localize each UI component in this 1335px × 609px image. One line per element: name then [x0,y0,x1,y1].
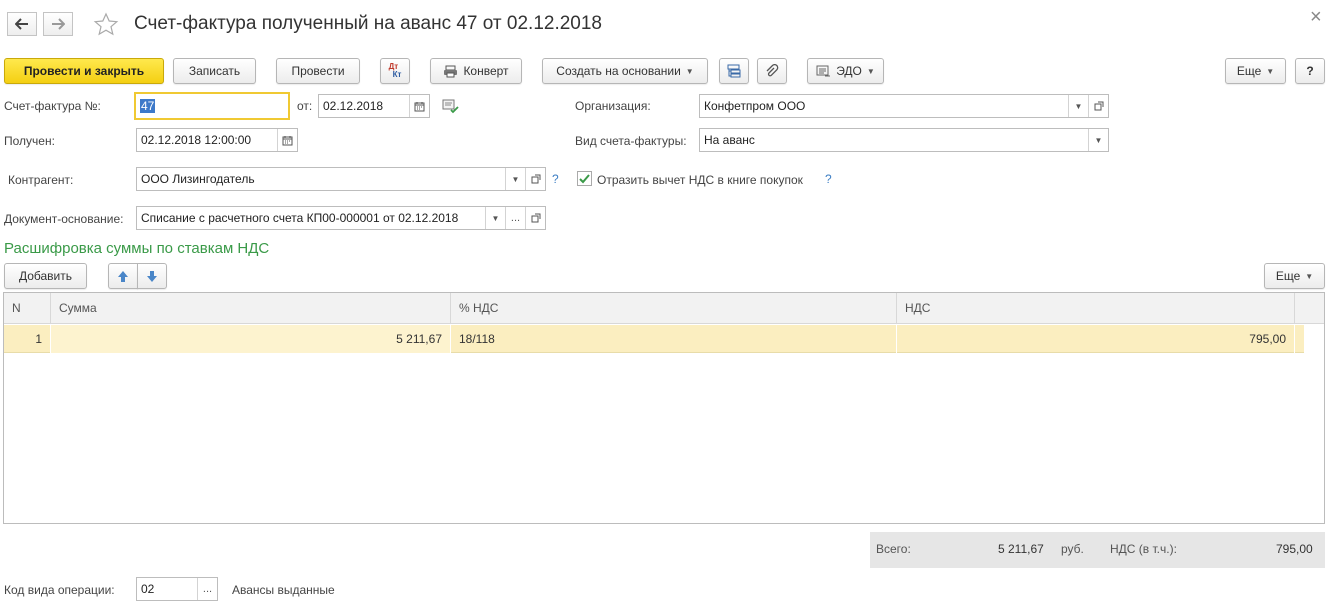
structure-button[interactable] [719,58,749,84]
favorite-star-button[interactable] [93,12,119,36]
dropdown-caret-icon[interactable]: ▼ [1088,129,1108,151]
caret-down-icon: ▼ [1305,271,1314,281]
save-button[interactable]: Записать [173,58,256,84]
calendar-icon[interactable] [409,95,429,117]
edo-icon [816,65,831,76]
document-check-icon [442,99,459,114]
dt-kt-icon: Дт Кт [388,62,402,79]
create-based-on-button[interactable]: Создать на основании ▼ [542,58,708,84]
counterparty-field[interactable]: ООО Лизингодатель ▼ [136,167,546,191]
arrow-down-icon [147,270,157,282]
close-button[interactable]: × [1310,6,1322,29]
envelope-button[interactable]: Конверт [430,58,522,84]
invoice-date-field[interactable]: 02.12.2018 [318,94,430,118]
arrow-right-icon [52,18,65,30]
checkmark-icon [579,174,590,184]
column-header-vat-rate[interactable]: % НДС [451,293,897,324]
arrow-left-icon [15,18,28,30]
vat-breakdown-table[interactable]: N Сумма % НДС НДС 1 5 211,67 18/118 795,… [3,292,1325,524]
totals-bar: Всего: 5 211,67 руб. НДС (в т.ч.): 795,0… [870,532,1325,568]
help-button[interactable]: ? [1295,58,1325,84]
basis-document-label: Документ-основание: [4,212,124,226]
add-row-button[interactable]: Добавить [4,263,87,289]
reflect-vat-checkbox[interactable] [577,171,592,186]
paperclip-icon [766,63,779,76]
total-label: Всего: [876,542,911,556]
caret-down-icon: ▼ [866,66,875,76]
table-row[interactable]: 1 5 211,67 18/118 795,00 [4,325,1304,353]
reflect-vat-help-link[interactable]: ? [825,172,832,186]
dt-kt-button[interactable]: Дт Кт [380,58,410,84]
invoice-number-field[interactable]: 47 [134,92,290,120]
ellipsis-button[interactable]: ... [505,207,525,229]
table-more-button[interactable]: Еще ▼ [1264,263,1325,289]
column-header-n[interactable]: N [4,293,51,324]
cell-vat: 795,00 [897,325,1295,353]
page-title: Счет-фактура полученный на аванс 47 от 0… [134,13,602,34]
vat-total-value: 795,00 [1276,542,1313,556]
basis-document-field[interactable]: Списание с расчетного счета КП00-000001 … [136,206,546,230]
cell-n: 1 [4,325,51,353]
post-and-close-button[interactable]: Провести и закрыть [4,58,164,84]
total-value: 5 211,67 [998,542,1044,556]
reflect-vat-label[interactable]: Отразить вычет НДС в книге покупок [597,172,803,188]
vat-total-label: НДС (в т.ч.): [1110,542,1177,556]
table-header: N Сумма % НДС НДС [4,293,1324,324]
caret-down-icon: ▼ [685,66,694,76]
edo-button[interactable]: ЭДО ▼ [807,58,884,84]
attach-button[interactable] [757,58,787,84]
more-button[interactable]: Еще ▼ [1225,58,1286,84]
received-label: Получен: [4,134,55,148]
counterparty-label: Контрагент: [8,173,74,187]
column-header-sum[interactable]: Сумма [51,293,451,324]
dropdown-caret-icon[interactable]: ▼ [485,207,505,229]
open-icon[interactable] [525,168,545,190]
organization-field[interactable]: Конфетпром ООО ▼ [699,94,1109,118]
caret-down-icon: ▼ [1266,66,1275,76]
ellipsis-button[interactable]: ... [197,578,217,600]
operation-code-description: Авансы выданные [232,583,335,597]
forward-button[interactable] [43,12,73,36]
star-icon [93,12,119,36]
document-check-button[interactable] [442,99,459,117]
cell-vat-rate: 18/118 [451,325,897,353]
currency-label: руб. [1061,542,1084,556]
operation-code-label: Код вида операции: [4,583,115,597]
open-icon[interactable] [525,207,545,229]
back-button[interactable] [7,12,37,36]
column-header-vat[interactable]: НДС [897,293,1295,324]
post-button[interactable]: Провести [276,58,360,84]
from-label: от: [297,99,313,113]
move-up-button[interactable] [108,263,138,289]
arrow-up-icon [118,270,128,282]
invoice-number-label: Счет-фактура №: [4,99,101,113]
calendar-icon[interactable] [277,129,297,151]
question-help-link[interactable]: ? [552,172,559,186]
move-down-button[interactable] [137,263,167,289]
dropdown-caret-icon[interactable]: ▼ [505,168,525,190]
operation-code-field[interactable]: 02 ... [136,577,218,601]
cell-sum: 5 211,67 [51,325,451,353]
received-datetime-field[interactable]: 02.12.2018 12:00:00 [136,128,298,152]
section-title: Расшифровка суммы по ставкам НДС [4,240,270,257]
dropdown-caret-icon[interactable]: ▼ [1068,95,1088,117]
invoice-kind-select[interactable]: На аванс ▼ [699,128,1109,152]
open-icon[interactable] [1088,95,1108,117]
organization-label: Организация: [575,99,651,113]
hierarchy-icon [727,64,741,77]
invoice-kind-label: Вид счета-фактуры: [575,134,687,148]
printer-icon [444,65,458,77]
